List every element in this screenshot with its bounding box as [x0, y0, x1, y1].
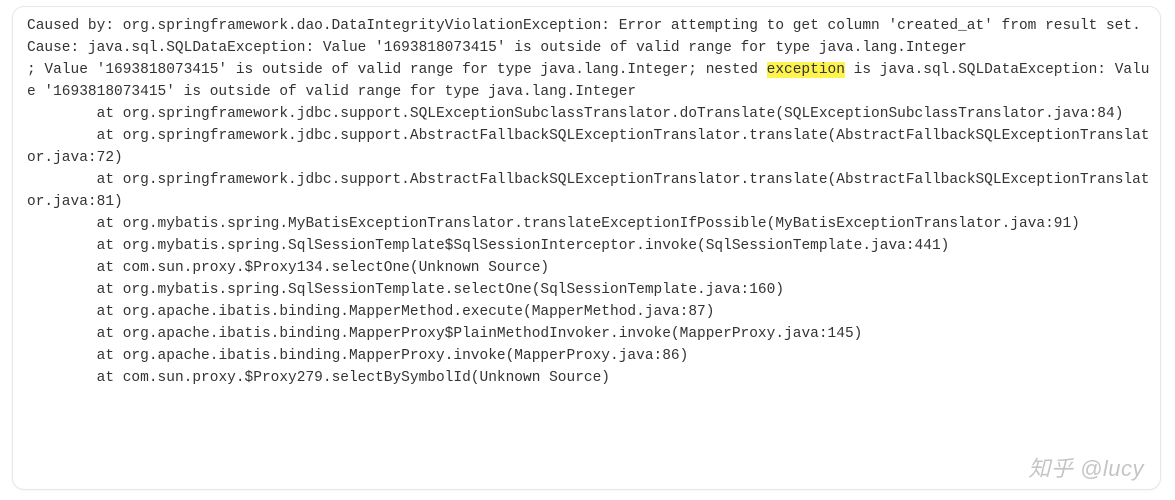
stack-frame: at org.springframework.jdbc.support.Abst…: [27, 172, 1150, 210]
stack-frame: at com.sun.proxy.$Proxy279.selectBySymbo…: [27, 370, 610, 386]
highlighted-term: exception: [767, 62, 845, 78]
stack-frame: at org.apache.ibatis.binding.MapperProxy…: [27, 326, 862, 342]
watermark-text: 知乎 @lucy: [1028, 451, 1144, 483]
stack-frame: at org.mybatis.spring.MyBatisExceptionTr…: [27, 216, 1080, 232]
stack-frame: at org.springframework.jdbc.support.SQLE…: [27, 106, 1123, 122]
stack-frame: at org.mybatis.spring.SqlSessionTemplate…: [27, 238, 949, 254]
log-text[interactable]: Caused by: org.springframework.dao.DataI…: [27, 15, 1150, 389]
stack-frame: at com.sun.proxy.$Proxy134.selectOne(Unk…: [27, 260, 549, 276]
stack-frame: at org.apache.ibatis.binding.MapperProxy…: [27, 348, 688, 364]
log-card: Caused by: org.springframework.dao.DataI…: [12, 6, 1161, 490]
stack-frame: at org.springframework.jdbc.support.Abst…: [27, 128, 1150, 166]
stack-frame: at org.mybatis.spring.SqlSessionTemplate…: [27, 282, 784, 298]
stack-frame: at org.apache.ibatis.binding.MapperMetho…: [27, 304, 714, 320]
